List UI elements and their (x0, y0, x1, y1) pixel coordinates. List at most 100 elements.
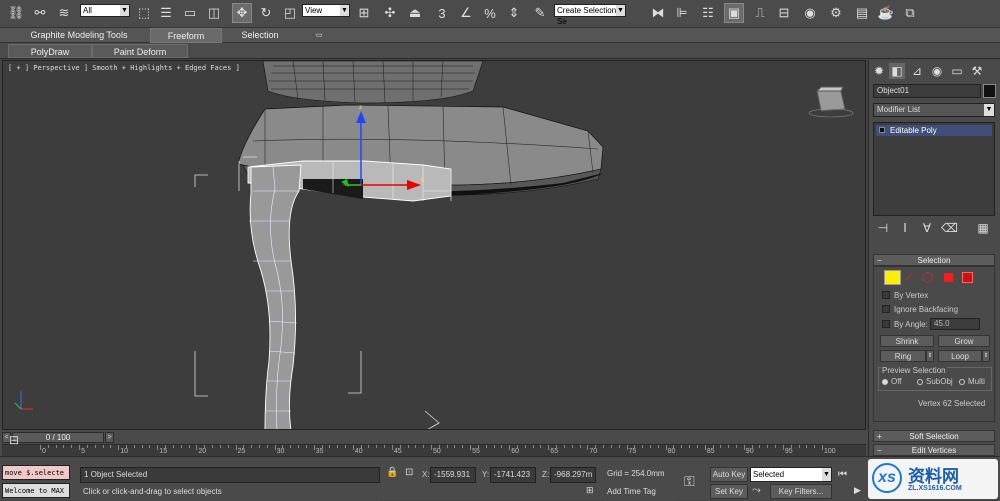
perspective-viewport[interactable]: z x [ + ] Perspective ] Smooth + Highlig… (2, 60, 866, 430)
hierarchy-tab-icon[interactable]: ⊿ (909, 63, 925, 79)
make-unique-icon[interactable]: ∀ (919, 220, 935, 236)
maxscript-listener-output[interactable]: Welcome to MAX (2, 483, 70, 498)
playback-icon[interactable]: ▶ (854, 485, 861, 496)
create-tab-icon[interactable]: ✹ (871, 63, 887, 79)
auto-key-button[interactable]: Auto Key (710, 467, 748, 482)
remove-modifier-icon[interactable]: ⌫ (941, 220, 958, 236)
selection-lock-icon[interactable]: 🔒 (386, 467, 398, 478)
use-pivot-icon[interactable]: ⊞ (354, 3, 374, 23)
selection-filter-dropdown[interactable]: All ▼ (80, 4, 130, 17)
spinner-snap-icon[interactable]: ⇕ (504, 3, 524, 23)
go-to-start-icon[interactable]: ⏮ (838, 469, 847, 480)
timeline-track[interactable]: 0 5 10 15 20 25 30 35 40 45 50 55 60 65 70 75 80 85 90 95 10… (2, 444, 866, 456)
set-key-button[interactable]: Set Key (710, 484, 748, 499)
preview-off-radio[interactable] (882, 379, 888, 385)
key-filter-icon[interactable]: ⤳ (752, 484, 761, 497)
viewport-label[interactable]: [ + ] Perspective ] Smooth + Highlights … (8, 64, 240, 72)
snaps-toggle-icon[interactable]: 3 (432, 3, 452, 23)
render-production-icon[interactable]: ☕ (876, 3, 896, 23)
rendered-frame-icon[interactable]: ▤ (852, 3, 872, 23)
by-vertex-checkbox[interactable] (882, 291, 890, 299)
select-move-icon[interactable]: ✥ (232, 3, 252, 23)
border-mode-icon[interactable]: ◯ (922, 272, 934, 284)
polygon-mode-icon[interactable] (944, 273, 953, 282)
object-name-field[interactable]: Object01 (873, 84, 981, 98)
align-icon[interactable]: ⊫ (672, 3, 692, 23)
edit-vertices-rollout-header[interactable]: − Edit Vertices (873, 444, 995, 456)
ignore-backfacing-checkbox[interactable] (882, 305, 890, 313)
soft-selection-rollout-header[interactable]: + Soft Selection (873, 430, 995, 442)
ring-button[interactable]: Ring (880, 350, 926, 362)
time-tag-icon[interactable]: ⊞ (586, 485, 594, 496)
edit-named-selection-icon[interactable]: ✎ (530, 3, 550, 23)
render-iterative-icon[interactable]: ⧉ (900, 3, 920, 23)
percent-snap-icon[interactable]: % (480, 3, 500, 23)
key-filters-button[interactable]: Key Filters... (770, 484, 832, 499)
timeline-tick-label: 20 (198, 448, 207, 455)
display-tab-icon[interactable]: ▭ (949, 63, 965, 79)
tab-graphite-modeling-tools[interactable]: Graphite Modeling Tools (24, 28, 134, 43)
add-time-tag-button[interactable]: Add Time Tag (604, 485, 674, 501)
maxscript-listener-input[interactable]: move $.selecte (2, 465, 70, 480)
tab-freeform[interactable]: Freeform (150, 28, 222, 43)
ring-spinner-icon[interactable]: ⇕ (926, 350, 934, 362)
unlink-icon[interactable]: ⚯ (30, 3, 50, 23)
next-frame-icon[interactable]: > (105, 432, 114, 443)
z-coordinate-field[interactable]: -968.297m (550, 467, 596, 483)
absolute-mode-icon[interactable]: ⊡ (405, 467, 413, 478)
reference-coordinate-dropdown[interactable]: View ▼ (302, 4, 350, 17)
object-color-swatch[interactable] (983, 84, 996, 98)
x-coordinate-field[interactable]: -1559.931 (430, 467, 476, 483)
paint-deform-button[interactable]: Paint Deform (92, 44, 188, 58)
viewcube-icon[interactable] (808, 86, 854, 118)
ribbon-minimize-icon[interactable]: ▭ (312, 28, 326, 43)
angle-snap-icon[interactable]: ∠ (456, 3, 476, 23)
select-scale-icon[interactable]: ◰ (280, 3, 300, 23)
shrink-button[interactable]: Shrink (880, 335, 934, 347)
preview-multi-radio[interactable] (959, 379, 965, 385)
by-angle-checkbox[interactable] (882, 320, 890, 328)
link-icon[interactable]: ⛓ (6, 3, 26, 23)
modifier-list-dropdown[interactable]: Modifier List ▼ (873, 103, 995, 117)
named-selection-dropdown[interactable]: Create Selection Se ▼ (554, 4, 626, 26)
select-manipulate-icon[interactable]: ✣ (380, 3, 400, 23)
window-crossing-icon[interactable]: ◫ (204, 3, 224, 23)
polydraw-button[interactable]: PolyDraw (8, 44, 92, 58)
key-icon[interactable]: ⚿ (684, 473, 695, 490)
select-rotate-icon[interactable]: ↻ (256, 3, 276, 23)
bind-space-warp-icon[interactable]: ≋ (54, 3, 74, 23)
key-mode-dropdown[interactable]: Selected ▼ (750, 467, 832, 482)
material-editor-icon[interactable]: ◉ (800, 3, 820, 23)
expand-icon[interactable] (879, 127, 885, 133)
loop-spinner-icon[interactable]: ⇕ (982, 350, 990, 362)
rect-selection-icon[interactable]: ▭ (180, 3, 200, 23)
select-by-name-icon[interactable]: ☰ (156, 3, 176, 23)
vertex-mode-icon[interactable] (884, 270, 901, 285)
edge-mode-icon[interactable]: ⟋ (906, 272, 918, 284)
select-object-icon[interactable]: ⬚ (134, 3, 154, 23)
timeline-minor-tick (540, 445, 542, 448)
pin-stack-icon[interactable]: ⊣ (875, 220, 891, 236)
loop-button[interactable]: Loop (938, 350, 982, 362)
element-mode-icon[interactable] (962, 272, 973, 283)
schematic-view-icon[interactable]: ⊟ (774, 3, 794, 23)
grow-button[interactable]: Grow (938, 335, 990, 347)
tab-selection[interactable]: Selection (228, 28, 292, 43)
configure-sets-icon[interactable]: ▦ (975, 220, 991, 236)
utilities-tab-icon[interactable]: ⚒ (969, 63, 985, 79)
layer-manager-icon[interactable]: ☷ (698, 3, 718, 23)
preview-subobj-radio[interactable] (917, 379, 923, 385)
modify-tab-icon[interactable]: ◧ (889, 63, 905, 79)
mini-curve-editor-icon[interactable]: ⊟ (2, 433, 26, 453)
graphite-toggle-icon[interactable]: ▣ (724, 3, 744, 23)
y-coordinate-field[interactable]: -1741.423 (490, 467, 536, 483)
motion-tab-icon[interactable]: ◉ (929, 63, 945, 79)
selection-rollout-header[interactable]: − Selection (873, 254, 995, 266)
by-angle-spinner[interactable]: 45.0 (930, 318, 980, 330)
show-end-result-icon[interactable]: Ⅰ (897, 220, 913, 236)
stack-item-editable-poly[interactable]: Editable Poly (876, 125, 992, 136)
mirror-icon[interactable]: ⧓ (648, 3, 668, 23)
curve-editor-icon[interactable]: ⎍ (750, 3, 770, 23)
render-setup-icon[interactable]: ⚙ (826, 3, 846, 23)
keyboard-shortcut-icon[interactable]: ⏏ (405, 3, 425, 23)
